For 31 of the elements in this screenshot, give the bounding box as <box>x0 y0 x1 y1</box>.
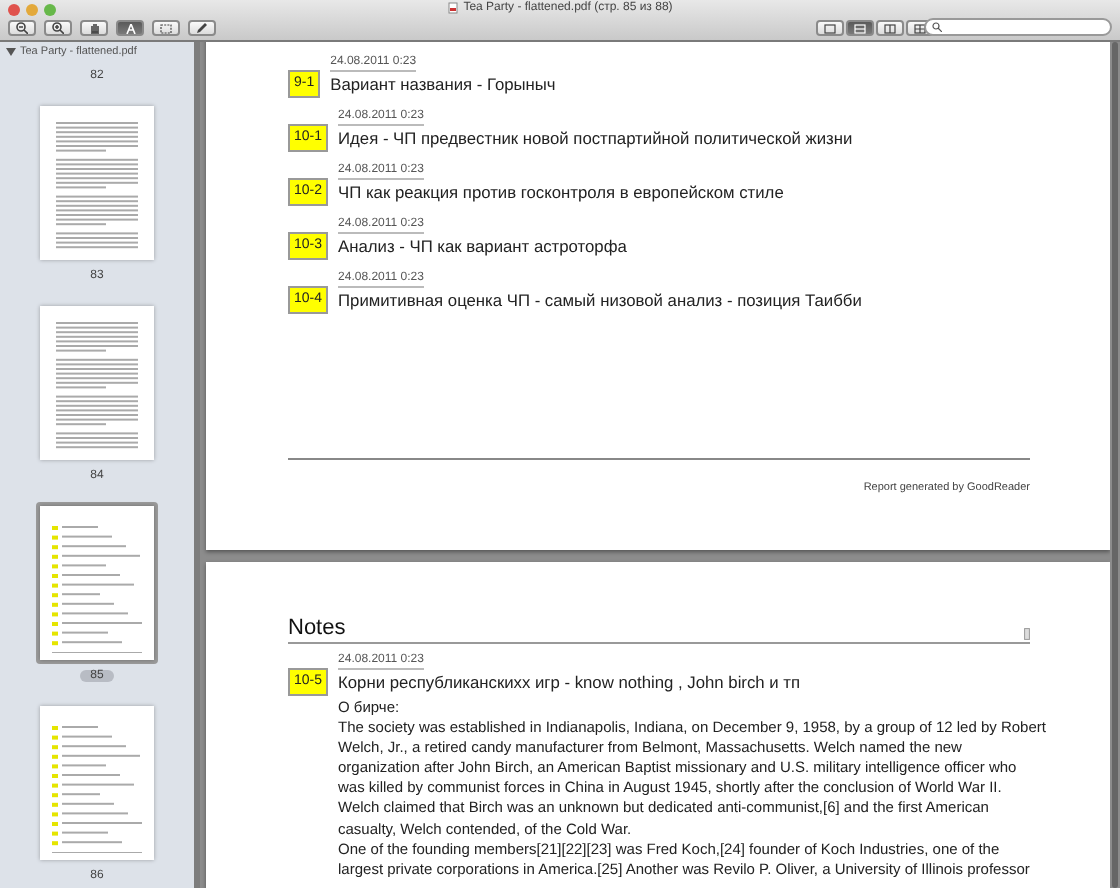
hand-tool-button[interactable] <box>80 20 108 36</box>
view-mode-button[interactable] <box>816 20 844 36</box>
text-select-icon <box>125 23 135 33</box>
pencil-icon <box>196 22 208 34</box>
note-title: Идея - ЧП предвестник новой постпартийной политической жизни <box>338 126 853 150</box>
zoom-in-icon <box>52 22 64 34</box>
zoom-in-tool-button[interactable] <box>44 20 72 36</box>
note-title: Корни республиканскихх игр - know nothing , John birch и тп <box>338 670 803 694</box>
note-title: Анализ - ЧП как вариант астроторфа <box>338 234 627 258</box>
search-field[interactable] <box>924 18 1112 36</box>
single-page-icon <box>824 23 836 33</box>
disclosure-triangle-icon[interactable] <box>6 48 16 56</box>
notes-heading: Notes <box>288 616 346 640</box>
rectangle-select-icon <box>160 23 172 33</box>
search-icon <box>932 22 942 32</box>
pencil-tool-button[interactable] <box>188 20 216 36</box>
zoom-out-icon <box>16 22 28 34</box>
hand-icon <box>89 22 99 34</box>
text-tool-button[interactable] <box>116 20 144 36</box>
two-pages-icon <box>884 23 896 33</box>
two-pages-continuous-icon <box>914 23 926 33</box>
view-mode-button[interactable] <box>846 20 874 36</box>
note-title: ЧП как реакция против госконтроля в европейском стиле <box>338 180 784 204</box>
zoom-out-tool-button[interactable] <box>8 20 36 36</box>
view-mode-button[interactable] <box>876 20 904 36</box>
continuous-page-icon <box>854 23 866 33</box>
close-button[interactable] <box>8 4 20 16</box>
pdf-document-icon <box>447 2 458 14</box>
note-title: Примитивная оценка ЧП - самый низовой анализ - позиция Таибби <box>338 288 862 312</box>
note-title: Вариант названия - Горыныч <box>330 72 556 96</box>
zoom-button[interactable] <box>44 4 56 16</box>
